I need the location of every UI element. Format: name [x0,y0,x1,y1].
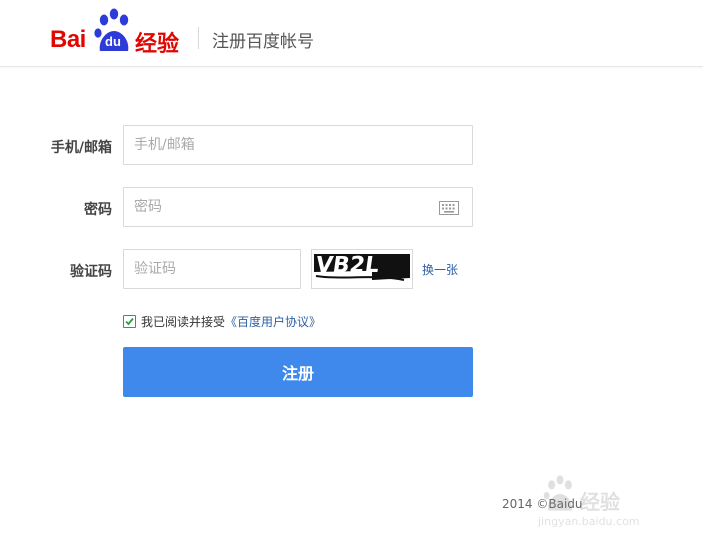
captcha-graphic: VB2L [314,252,410,281]
password-label: 密码 [84,202,112,218]
logo-product-name: 经验 [135,32,180,57]
password-input[interactable] [124,188,472,226]
checkmark-icon [125,317,134,325]
captcha-input[interactable] [124,250,300,288]
watermark-text: 经验 [580,490,620,514]
account-field-wrapper [123,125,473,165]
agreement-text: 我已阅读并接受 [141,314,226,329]
captcha-image[interactable]: VB2L [311,249,413,289]
page-title: 注册百度帐号 [212,32,314,52]
password-field-wrapper [123,187,473,227]
header-divider [198,27,199,49]
refresh-captcha-link[interactable]: 换一张 [422,261,458,278]
page-header: Bai du 经验 注册百度帐号 [0,0,703,67]
logo-wordmark: Bai [50,26,86,53]
captcha-field-wrapper [123,249,301,289]
register-button[interactable]: 注册 [123,347,473,397]
watermark-url: jingyan.baidu.com [538,515,640,528]
baidu-jingyan-logo[interactable]: Bai du 经验 [50,7,190,57]
keyboard-icon[interactable] [439,201,459,215]
logo-du-text: du [105,34,121,49]
agreement-checkbox[interactable] [123,314,136,328]
captcha-label: 验证码 [70,264,112,280]
agreement-row: 我已阅读并接受 《百度用户协议》 [123,313,321,329]
account-label: 手机/邮箱 [50,140,112,156]
watermark: 经验 jingyan.baidu.com [538,470,668,536]
watermark-paw-icon [543,475,572,511]
account-input[interactable] [124,126,472,164]
captcha-text: VB2L [314,252,381,278]
user-agreement-link[interactable]: 《百度用户协议》 [225,313,321,330]
